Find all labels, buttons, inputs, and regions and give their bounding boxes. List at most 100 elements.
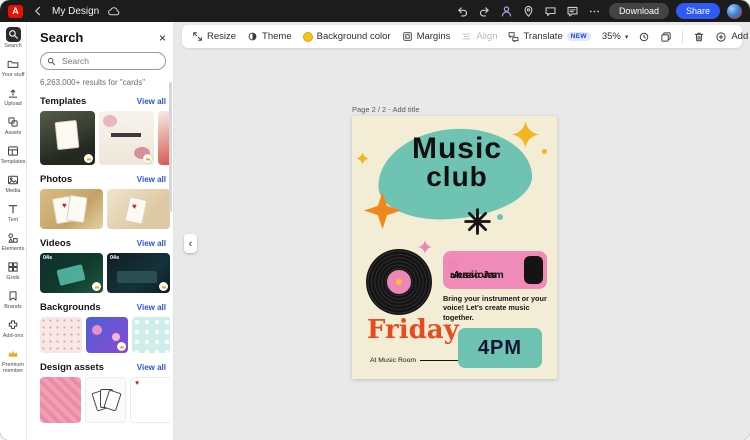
share-button[interactable]: Share (675, 3, 720, 19)
template-thumbnail[interactable] (99, 111, 154, 165)
sidebar-item-your-stuff[interactable]: Your stuff (0, 56, 27, 85)
theme-button[interactable]: Theme (247, 31, 292, 42)
view-all-link[interactable]: View all (137, 363, 166, 372)
sidebar-item-text[interactable]: Text (0, 201, 27, 230)
sidebar-item-add-ons[interactable]: Add-ons (0, 317, 27, 346)
document-title[interactable]: My Design (52, 6, 99, 17)
translate-icon (509, 32, 519, 42)
background-color-button[interactable]: Background color (302, 31, 391, 42)
delete-button[interactable] (693, 31, 705, 43)
poster-artboard[interactable]: Music club Music Jam Sessions Bring your… (352, 116, 557, 379)
poster-time-box[interactable]: 4PM (458, 328, 542, 368)
crown-icon (6, 346, 21, 361)
premium-badge-icon (84, 154, 93, 163)
thumbnail-art (92, 325, 102, 335)
section-templates: Templates View all (40, 96, 170, 165)
jam-sessions-banner[interactable]: Music Jam Sessions (443, 251, 547, 289)
sidebar-item-media[interactable]: Media (0, 172, 27, 201)
sidebar-item-grids[interactable]: Grids (0, 259, 27, 288)
banner-slot-shape (448, 257, 457, 273)
asset-thumbnail[interactable] (85, 377, 126, 423)
thumbnail-art (56, 264, 86, 286)
heart-icon: ♥ (135, 380, 140, 387)
banner-pill-shape (448, 256, 543, 284)
asset-thumbnail[interactable]: ♥ (130, 377, 170, 423)
translate-button[interactable]: Translate NEW (508, 31, 591, 42)
thumbnail-art (103, 115, 117, 127)
photo-thumbnail[interactable]: ♥ (40, 189, 103, 229)
align-button: Align (461, 31, 497, 42)
sidebar-item-premium[interactable]: Premium member (0, 346, 27, 375)
thumbnail-art (54, 119, 80, 151)
pin-icon[interactable] (521, 4, 536, 19)
clock-icon (640, 32, 649, 41)
vinyl-record-image[interactable] (366, 249, 432, 315)
template-thumbnail[interactable] (40, 111, 95, 165)
back-icon[interactable] (30, 4, 45, 19)
view-all-link[interactable]: View all (137, 239, 166, 248)
sidebar-item-search[interactable]: Search (0, 27, 27, 56)
view-all-link[interactable]: View all (137, 303, 166, 312)
thumbnail-art (112, 333, 120, 341)
download-button[interactable]: Download (608, 3, 669, 19)
margins-icon (402, 32, 412, 41)
pages-button[interactable] (660, 31, 672, 43)
poster-title[interactable]: Music club (382, 133, 532, 193)
more-icon[interactable] (587, 4, 602, 19)
margins-label: Margins (416, 31, 451, 42)
page-label[interactable]: Page 2 / 2 - Add title (352, 105, 420, 114)
collaborators-icon[interactable] (499, 4, 514, 19)
sidebar-item-label: Media (5, 188, 21, 194)
sparkle-icon (418, 240, 432, 254)
sidebar-item-label: Brands (4, 304, 22, 310)
poster-location[interactable]: At Music Room (370, 357, 458, 364)
poster-title-line2: club (426, 161, 488, 193)
add-page-button[interactable]: Add (715, 31, 748, 43)
sidebar-item-upload[interactable]: Upload (0, 85, 27, 114)
chevron-down-icon: ▾ (624, 33, 629, 41)
video-duration: 04s (110, 255, 120, 261)
photo-thumbnail[interactable]: ♥ (107, 189, 170, 229)
margins-button[interactable]: Margins (402, 31, 451, 42)
search-input[interactable] (60, 55, 159, 67)
layers-icon (6, 114, 21, 129)
chat-icon[interactable] (565, 4, 580, 19)
dot-shape (542, 149, 547, 154)
comment-icon[interactable] (543, 4, 558, 19)
video-thumbnail[interactable]: 04s (40, 253, 103, 293)
background-thumbnail[interactable] (132, 317, 170, 353)
grid-icon (6, 259, 21, 274)
resize-button[interactable]: Resize (192, 31, 236, 42)
panel-scrollbar[interactable] (169, 82, 172, 212)
premium-badge-icon (92, 282, 101, 291)
background-thumbnail[interactable] (86, 317, 128, 353)
background-thumbnail[interactable] (40, 317, 82, 353)
redo-icon[interactable] (477, 4, 492, 19)
view-all-link[interactable]: View all (137, 175, 166, 184)
user-avatar[interactable] (727, 3, 742, 19)
video-thumbnail[interactable]: 04s (107, 253, 170, 293)
sparkle-icon[interactable] (356, 152, 369, 165)
zoom-dropdown[interactable]: 35% ▾ (602, 31, 629, 42)
poster-day-text[interactable]: Friday (367, 315, 459, 345)
star-icon[interactable] (364, 192, 401, 229)
sidebar-item-templates[interactable]: Templates (0, 143, 27, 172)
asterisk-icon[interactable] (464, 208, 491, 235)
close-icon[interactable]: × (159, 32, 166, 44)
section-backgrounds: Backgrounds View all (40, 302, 170, 353)
video-duration: 04s (43, 255, 53, 261)
dot-shape (497, 214, 503, 220)
asset-thumbnail[interactable] (40, 377, 81, 423)
search-panel: Search × 6,263,000+ results for "cards" … (27, 22, 174, 440)
view-all-link[interactable]: View all (137, 97, 166, 106)
sidebar-item-label: Grids (6, 275, 20, 281)
record-hole (396, 279, 402, 285)
panel-collapse-button[interactable]: ‹ (184, 234, 197, 253)
sidebar-item-brands[interactable]: Brands (0, 288, 27, 317)
sidebar-item-elements[interactable]: Elements (0, 230, 27, 259)
theme-label: Theme (262, 31, 292, 42)
sidebar-item-assets[interactable]: Assets (0, 114, 27, 143)
undo-icon[interactable] (455, 4, 470, 19)
toolbar-divider (682, 29, 684, 44)
history-button[interactable] (638, 31, 650, 43)
